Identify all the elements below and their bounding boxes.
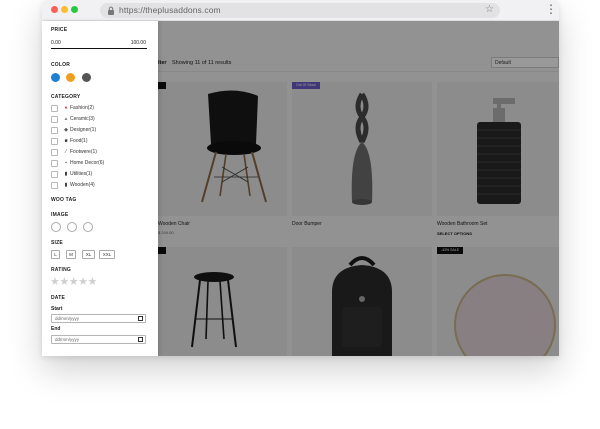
close-window-button[interactable] xyxy=(51,6,58,13)
category-label: Ceramic(3) xyxy=(70,116,95,122)
calendar-icon[interactable] xyxy=(138,316,143,321)
size-option-l[interactable]: L xyxy=(51,250,60,259)
utilities-icon: ▮ xyxy=(64,171,68,177)
category-label: Food(1) xyxy=(70,138,88,144)
image-filter-title: IMAGE xyxy=(51,212,69,218)
calendar-icon[interactable] xyxy=(138,337,143,342)
rating-filter-title: RATING xyxy=(51,267,71,273)
bookmark-star-icon[interactable]: ☆ xyxy=(485,4,494,15)
stage: https://theplusaddons.com ☆ ⋮ lter Showi… xyxy=(0,0,600,429)
end-date-input[interactable]: dd/mm/yyyy xyxy=(51,335,146,344)
color-swatch-gray[interactable] xyxy=(82,73,91,82)
fashion-icon: ● xyxy=(64,105,68,111)
category-filter-title: CATEGORY xyxy=(51,94,81,100)
category-checkbox[interactable] xyxy=(51,171,58,178)
rating-stars[interactable]: ★★★★★ xyxy=(50,275,97,288)
browser-menu-icon[interactable]: ⋮ xyxy=(545,2,557,17)
image-option-1[interactable] xyxy=(51,222,61,232)
category-label: Footwere(1) xyxy=(70,149,97,155)
category-label: Wooden(4) xyxy=(70,182,95,188)
browser-titlebar: https://theplusaddons.com ☆ ⋮ xyxy=(42,0,559,21)
size-option-xl[interactable]: XL xyxy=(82,250,95,259)
start-date-label: Start xyxy=(51,306,63,312)
designer-icon: ◆ xyxy=(64,127,68,133)
price-range-slider[interactable] xyxy=(51,48,147,50)
start-date-placeholder: dd/mm/yyyy xyxy=(55,316,80,321)
category-checkbox[interactable] xyxy=(51,138,58,145)
minimize-window-button[interactable] xyxy=(61,6,68,13)
footwear-icon: ⁄ xyxy=(65,149,67,155)
price-filter-title: PRICE xyxy=(51,27,68,33)
category-checkbox[interactable] xyxy=(51,182,58,189)
category-checkbox[interactable] xyxy=(51,160,58,167)
category-checkbox[interactable] xyxy=(51,105,58,112)
date-filter-title: DATE xyxy=(51,295,66,301)
end-date-placeholder: dd/mm/yyyy xyxy=(55,337,80,342)
category-label: Utilities(1) xyxy=(70,171,93,177)
category-checkbox[interactable] xyxy=(51,116,58,123)
browser-window: https://theplusaddons.com ☆ ⋮ lter Showi… xyxy=(42,0,559,356)
filter-sidebar: PRICE 0.00 100.00 COLOR CATEGORY ● Fashi… xyxy=(42,21,158,356)
size-filter-title: SIZE xyxy=(51,240,63,246)
category-checkbox[interactable] xyxy=(51,149,58,156)
image-option-3[interactable] xyxy=(83,222,93,232)
wooden-icon: ▮ xyxy=(64,182,68,188)
color-swatch-blue[interactable] xyxy=(51,73,60,82)
lock-icon xyxy=(108,6,114,15)
url-text: https://theplusaddons.com xyxy=(119,5,221,15)
color-swatch-orange[interactable] xyxy=(66,73,75,82)
price-min-value: 0.00 xyxy=(51,40,61,46)
size-option-m[interactable]: M xyxy=(66,250,76,259)
category-label: Fashion(2) xyxy=(70,105,94,111)
category-checkbox[interactable] xyxy=(51,127,58,134)
address-bar[interactable]: https://theplusaddons.com ☆ xyxy=(100,3,500,18)
food-icon: ■ xyxy=(64,138,68,144)
size-option-xxl[interactable]: XXL xyxy=(99,250,115,259)
home-decor-icon: ▪ xyxy=(65,160,67,166)
start-date-input[interactable]: dd/mm/yyyy xyxy=(51,314,146,323)
category-label: Designer(1) xyxy=(70,127,97,133)
maximize-window-button[interactable] xyxy=(71,6,78,13)
price-max-value: 100.00 xyxy=(130,40,146,46)
category-label: Home Decor(6) xyxy=(70,160,105,166)
image-option-2[interactable] xyxy=(67,222,77,232)
woo-tag-filter-title: WOO TAG xyxy=(51,197,77,203)
ceramic-icon: ▲ xyxy=(63,116,69,122)
end-date-label: End xyxy=(51,326,61,332)
color-filter-title: COLOR xyxy=(51,62,71,68)
